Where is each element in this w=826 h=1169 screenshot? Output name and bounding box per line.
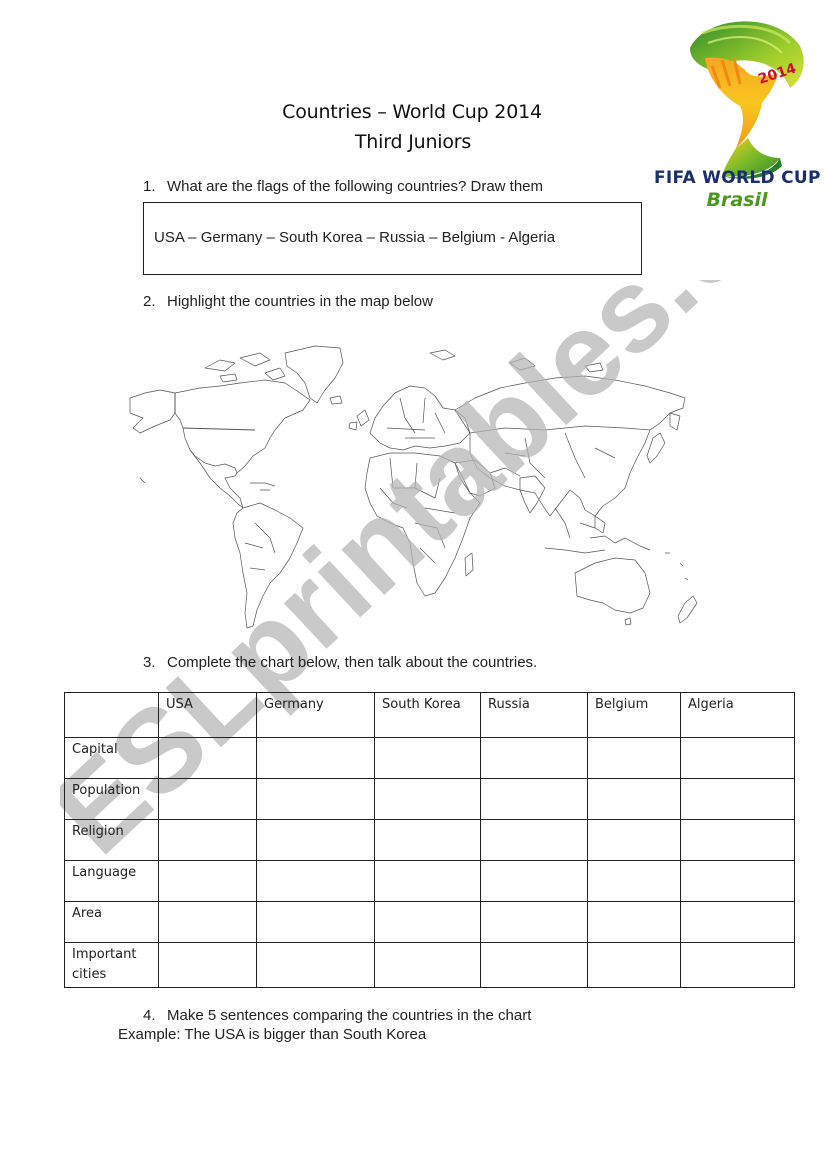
logo-fifa-world-cup-text: FIFA WORLD CUP (654, 168, 821, 188)
countries-list: USA – Germany – South Korea – Russia – B… (154, 229, 556, 246)
table-cell[interactable] (680, 778, 795, 820)
world-map-icon (129, 345, 698, 629)
table-cell[interactable] (374, 737, 481, 779)
table-cell[interactable] (587, 737, 681, 779)
header-cell-usa: USA (158, 692, 257, 738)
table-cell[interactable] (256, 778, 375, 820)
greenland-outline (284, 345, 344, 404)
europe-outline (369, 385, 471, 451)
table-cell[interactable] (587, 860, 681, 902)
question-text: Complete the chart below, then talk abou… (167, 654, 538, 671)
table-row: Population (64, 778, 795, 820)
flag-drawing-box[interactable]: USA – Germany – South Korea – Russia – B… (143, 202, 642, 275)
table-cell[interactable] (480, 942, 588, 988)
south-america-outline (232, 502, 304, 629)
table-cell[interactable] (587, 901, 681, 943)
row-label-area: Area (64, 901, 159, 943)
table-cell[interactable] (374, 942, 481, 988)
question-text: Highlight the countries in the map below (167, 293, 433, 310)
table-cell[interactable] (680, 860, 795, 902)
header-cell-belgium: Belgium (587, 692, 681, 738)
table-cell[interactable] (158, 901, 257, 943)
table-cell[interactable] (158, 819, 257, 861)
table-cell[interactable] (256, 819, 375, 861)
table-cell[interactable] (480, 901, 588, 943)
question-text: What are the flags of the following coun… (167, 178, 544, 195)
trophy-icon (690, 21, 804, 179)
question-2: 2. Highlight the countries in the map bel… (143, 293, 433, 310)
table-cell[interactable] (256, 942, 375, 988)
australia-outline (574, 557, 651, 614)
table-cell[interactable] (256, 901, 375, 943)
table-cell[interactable] (480, 819, 588, 861)
question-3: 3. Complete the chart below, then talk ab… (143, 654, 537, 671)
question-number: 3. (143, 654, 156, 671)
row-label-language: Language (64, 860, 159, 902)
table-cell[interactable] (680, 942, 795, 988)
question-number: 2. (143, 293, 156, 310)
header-cell-russia: Russia (480, 692, 588, 738)
question-text: Make 5 sentences comparing the countries… (167, 1007, 532, 1024)
table-cell[interactable] (374, 901, 481, 943)
logo-brasil-text: Brasil (706, 189, 768, 211)
row-label-important-cities: Important cities (64, 942, 159, 988)
table-cell[interactable] (680, 737, 795, 779)
table-cell[interactable] (374, 860, 481, 902)
table-cell[interactable] (158, 942, 257, 988)
table-row: Religion (64, 819, 795, 861)
table-row: Area (64, 901, 795, 943)
table-cell[interactable] (587, 819, 681, 861)
table-cell[interactable] (256, 737, 375, 779)
question-1: 1. What are the flags of the following co… (143, 178, 543, 195)
table-row: Important cities (64, 942, 795, 988)
header-cell-empty (64, 692, 159, 738)
table-cell[interactable] (480, 860, 588, 902)
table-cell[interactable] (158, 778, 257, 820)
row-label-capital: Capital (64, 737, 159, 779)
table-cell[interactable] (680, 901, 795, 943)
table-cell[interactable] (587, 778, 681, 820)
header-cell-germany: Germany (256, 692, 375, 738)
header-cell-algeria: Algeria (680, 692, 795, 738)
row-label-population: Population (64, 778, 159, 820)
header-cell-south-korea: South Korea (374, 692, 481, 738)
table-row: Capital (64, 737, 795, 779)
north-america-outline (129, 379, 311, 474)
row-label-religion: Religion (64, 819, 159, 861)
table-cell[interactable] (587, 942, 681, 988)
table-cell[interactable] (256, 860, 375, 902)
table-cell[interactable] (158, 860, 257, 902)
table-cell[interactable] (480, 778, 588, 820)
example-sentence: Example: The USA is bigger than South Ko… (118, 1026, 427, 1043)
table-header-row: USA Germany South Korea Russia Belgium A… (64, 692, 795, 738)
question-number: 4. (143, 1007, 156, 1024)
table-cell[interactable] (480, 737, 588, 779)
question-4: 4. Make 5 sentences comparing the countri… (143, 1007, 531, 1024)
table-cell[interactable] (374, 778, 481, 820)
question-number: 1. (143, 178, 156, 195)
table-row: Language (64, 860, 795, 902)
countries-chart-table: USA Germany South Korea Russia Belgium A… (64, 692, 795, 988)
table-cell[interactable] (158, 737, 257, 779)
table-cell[interactable] (680, 819, 795, 861)
table-cell[interactable] (374, 819, 481, 861)
